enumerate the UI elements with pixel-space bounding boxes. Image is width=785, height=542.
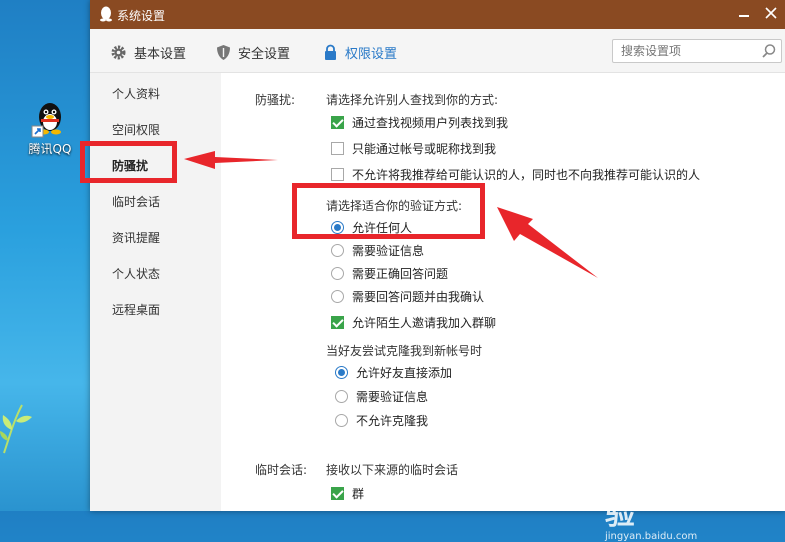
watermark-brand: Baidu经验 (605, 453, 738, 532)
annotation-arrows (184, 151, 598, 278)
watermark-url: jingyan.baidu.com (605, 531, 698, 542)
baidu-watermark: Baidu经验 jingyan.baidu.com (605, 445, 745, 542)
arrow-to-sidebar (184, 151, 278, 169)
arrow-to-verify (497, 207, 598, 278)
